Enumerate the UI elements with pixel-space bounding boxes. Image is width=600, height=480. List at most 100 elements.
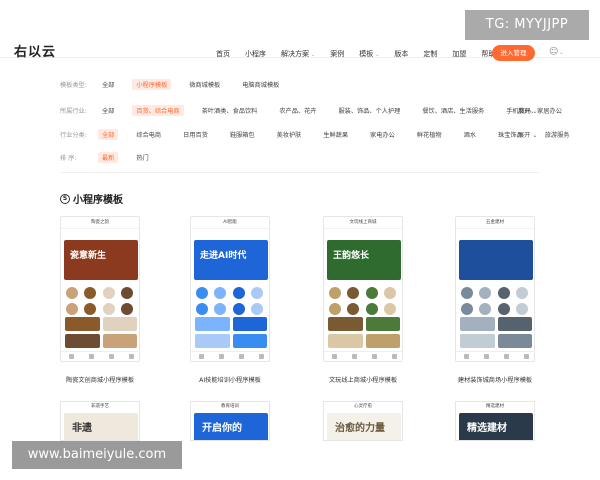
enter-management-button[interactable]: 进入管理 (492, 45, 535, 61)
filter-option[interactable]: 日用百货 (179, 129, 212, 140)
category-icon (250, 287, 263, 299)
category-icon (479, 303, 492, 315)
nav-item-1[interactable]: 小程序 (245, 49, 266, 59)
filter-option[interactable]: 百货、综合电商 (132, 104, 184, 116)
category-icon (196, 287, 208, 299)
nav-item-3[interactable]: 案例 (330, 49, 344, 59)
tab-icon (371, 354, 377, 359)
expand-button[interactable]: 展开 ⌄ (518, 130, 538, 139)
filter-option[interactable]: 鲜花植物 (413, 129, 446, 140)
nav-item-2[interactable]: 解决方案 ⌄ (281, 49, 315, 59)
nav-item-4[interactable]: 模板 ⌄ (359, 49, 379, 59)
filter-option[interactable]: 综合电商 (132, 129, 165, 140)
template-card-header: AI智能 (191, 217, 269, 229)
category-icon (515, 287, 528, 299)
promo-block (497, 317, 532, 331)
nav-item-7[interactable]: 加盟 (452, 49, 466, 59)
filter-label: 排 序: (60, 154, 77, 162)
template-banner: 精选建材 (459, 413, 533, 440)
promo-blocks (195, 317, 267, 348)
category-icon (347, 287, 360, 299)
user-menu[interactable]: ☺⌄ (549, 47, 564, 57)
filter-option[interactable]: 全部 (98, 105, 118, 116)
filter-option[interactable]: 电脑商城模板 (238, 79, 283, 90)
category-icon (365, 287, 378, 299)
tab-icon (351, 354, 357, 359)
filter-option[interactable]: 微商城模板 (185, 79, 224, 90)
tab-icon (238, 354, 244, 359)
template-card[interactable]: 心灵疗愈 治愈的力量 (323, 401, 403, 441)
template-card[interactable]: 精选建材 精选建材 (455, 401, 535, 441)
nav-item-5[interactable]: 版本 (394, 49, 408, 59)
promo-blocks (328, 317, 400, 348)
expand-button[interactable]: 展开 ⌄ (518, 106, 538, 115)
watermark-site: www.baimeiyule.com (12, 441, 182, 469)
filter-option[interactable]: 酒水 (460, 129, 480, 140)
category-icon (232, 287, 245, 299)
filter-option[interactable]: 生鲜蔬果 (319, 129, 352, 140)
category-icon (214, 287, 227, 299)
filter-option[interactable]: 农产品、花卉 (275, 105, 320, 116)
nav-item-0[interactable]: 首页 (216, 49, 230, 59)
template-card-header: 精选建材 (486, 404, 504, 409)
chevron-down-icon: ⌄ (375, 52, 380, 58)
template-caption[interactable]: 文玩线上商城小程序模板 (308, 375, 418, 384)
tab-icon (258, 354, 264, 359)
category-icon (461, 287, 473, 299)
filter-option[interactable]: 最新 (98, 151, 119, 163)
category-icon (479, 287, 492, 299)
logo[interactable]: 右以云 (14, 41, 56, 60)
template-card-header: 非遗手艺 (91, 404, 109, 409)
category-icon (66, 303, 78, 315)
nav-item-label: 小程序 (245, 50, 266, 58)
filter-option[interactable]: 茶叶酒类、食品饮料 (198, 105, 262, 116)
tab-icon (523, 354, 529, 359)
nav-item-6[interactable]: 定制 (423, 49, 437, 59)
nav-item-label: 首页 (216, 50, 230, 58)
nav-item-label: 版本 (394, 50, 409, 58)
promo-blocks (65, 317, 137, 348)
filter-option[interactable]: 服装、饰品、个人护理 (335, 105, 405, 116)
template-banner: 走进AI时代 (194, 240, 268, 280)
category-icon (347, 303, 360, 315)
filter-label: 模板类型: (60, 81, 87, 89)
user-icon: ☺ (549, 47, 559, 57)
template-card[interactable]: 非遗手艺 非遗 (60, 401, 140, 441)
template-card[interactable]: 陶瓷之韵 瓷意新生 (60, 216, 140, 362)
template-caption[interactable]: 陶瓷文创商城小程序模板 (45, 375, 155, 384)
template-card[interactable]: AI智能走进AI时代 (190, 216, 270, 362)
tab-icon (503, 354, 509, 359)
template-caption[interactable]: 建材装饰城商场小程序模板 (440, 375, 550, 384)
nav-item-label: 加盟 (452, 50, 467, 58)
filter-option[interactable]: 全部 (98, 79, 118, 90)
template-card[interactable]: 教育培训 开启你的 (190, 401, 270, 441)
icon-grid (66, 287, 136, 315)
filter-option[interactable]: 鞋服箱包 (226, 129, 259, 140)
template-card[interactable]: 五金建材 (455, 216, 535, 362)
category-icon (383, 287, 396, 299)
category-icon (196, 303, 208, 315)
nav-item-label: 案例 (330, 50, 345, 58)
filter-option[interactable]: 家电办公 (366, 129, 399, 140)
filter-option[interactable]: 热门 (132, 152, 152, 163)
template-card[interactable]: 文玩线上商城 王韵悠长 (323, 216, 403, 362)
icon-grid (196, 287, 266, 315)
filter-row-trade: 行业分类: 全部 综合电商 日用百货 鞋服箱包 美妆护肤 生鲜蔬果 家电办公 鲜花植物 酒水 珠宝饰… (60, 128, 588, 140)
section-title: S 小程序模板 (60, 191, 123, 206)
tab-icon (391, 354, 397, 359)
main-nav: 首页 小程序 解决方案 ⌄ 案例 模板 ⌄ 版本 定制 加盟 帮助 (216, 49, 510, 59)
tab-icon (108, 354, 114, 359)
category-icon (84, 287, 97, 299)
promo-block (460, 317, 495, 331)
filter-option[interactable]: 餐饮、酒店、生活服务 (418, 105, 488, 116)
filter-option[interactable]: 全部 (98, 128, 119, 140)
promo-block (195, 334, 230, 348)
template-caption[interactable]: AI技能培训小程序模板 (175, 375, 285, 384)
template-banner: 开启你的 (194, 413, 268, 440)
filter-option[interactable]: 美妆护肤 (273, 129, 306, 140)
filter-option[interactable]: 小程序模板 (132, 78, 172, 90)
nav-item-label: 模板 (359, 50, 374, 58)
tab-icon (463, 354, 469, 359)
filter-option[interactable]: 旅游服务 (541, 129, 574, 140)
category-icon (497, 303, 510, 315)
